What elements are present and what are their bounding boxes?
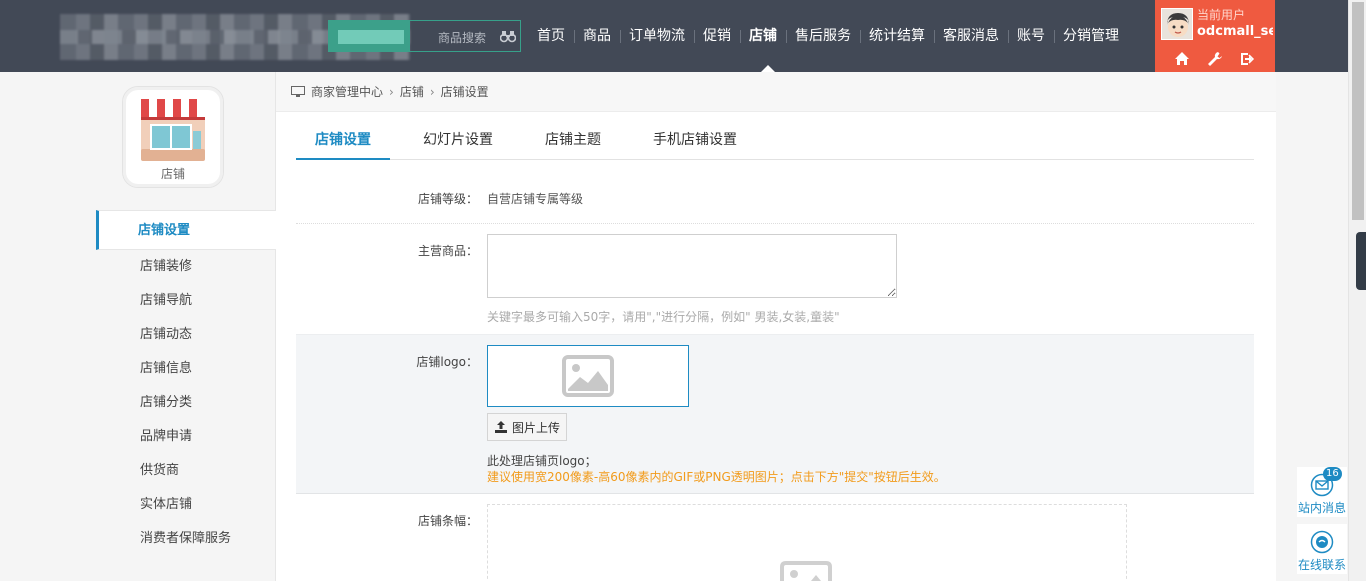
sidebar: 店铺 店铺设置 店铺装修 店铺导航 店铺动态 店铺信息 店铺分类 品牌申请 供货… (0, 72, 276, 581)
image-placeholder-icon (562, 355, 614, 397)
search-category-text (338, 30, 404, 44)
banner-preview[interactable] (487, 504, 1127, 581)
store-app-label: 店铺 (160, 167, 185, 181)
upload-image-button[interactable]: 图片上传 (487, 413, 567, 441)
tab-slideshow-settings[interactable]: 幻灯片设置 (404, 120, 512, 160)
logout-icon[interactable] (1239, 50, 1257, 68)
breadcrumb-item-current: 店铺设置 (440, 85, 489, 99)
breadcrumb-separator: › (429, 84, 435, 99)
binoculars-icon[interactable] (500, 29, 516, 43)
nav-distribution[interactable]: 分销管理 (1054, 28, 1128, 44)
nav-account[interactable]: 账号 (1008, 28, 1054, 44)
online-contact-widget[interactable]: 在线联系 (1297, 524, 1347, 574)
nav-promotion[interactable]: 促销 (694, 28, 740, 44)
main-goods-hint: 关键字最多可输入50字，请用","进行分隔，例如" 男装,女装,童装" (487, 310, 840, 324)
nav-after-sales[interactable]: 售后服务 (786, 28, 860, 44)
store-logo-label: 店铺logo： (416, 355, 478, 369)
monitor-icon (291, 86, 305, 97)
settings-tabs: 店铺设置 幻灯片设置 店铺主题 手机店铺设置 (296, 120, 1254, 160)
form-row-store-level: 店铺等级： 自营店铺专属等级 (296, 176, 1254, 224)
breadcrumb: 商家管理中心 › 店铺 › 店铺设置 (276, 72, 1276, 112)
user-role: 当前用户 (1197, 8, 1246, 22)
main-content: 商家管理中心 › 店铺 › 店铺设置 店铺设置 幻灯片设置 店铺主题 手机店铺设… (276, 72, 1276, 581)
main-nav: 首页 商品 订单物流 促销 店铺 售后服务 统计结算 客服消息 账号 分销管理 (528, 0, 1128, 72)
site-message-label: 站内消息 (1297, 501, 1346, 515)
logo-note: 此处理店铺页logo； (487, 454, 597, 468)
storefront-icon (141, 99, 205, 161)
sidebar-item-supplier[interactable]: 供货商 (96, 454, 276, 488)
tab-store-settings[interactable]: 店铺设置 (296, 120, 390, 160)
message-count-badge: 16 (1323, 467, 1342, 481)
sidebar-item-store-decoration[interactable]: 店铺装修 (96, 250, 276, 284)
nav-statistics[interactable]: 统计结算 (860, 28, 934, 44)
sidebar-item-store-info[interactable]: 店铺信息 (96, 352, 276, 386)
sidebar-item-store-news[interactable]: 店铺动态 (96, 318, 276, 352)
store-level-label: 店铺等级： (417, 192, 478, 206)
sidebar-item-store-settings[interactable]: 店铺设置 (96, 210, 276, 250)
upload-icon (494, 421, 507, 433)
nav-home[interactable]: 首页 (528, 28, 574, 44)
nav-goods[interactable]: 商品 (574, 28, 620, 44)
search-placeholder: 商品搜索 (438, 31, 487, 45)
sidebar-item-brand-application[interactable]: 品牌申请 (96, 420, 276, 454)
breadcrumb-item-home[interactable]: 商家管理中心 (311, 83, 383, 100)
online-contact-label: 在线联系 (1297, 558, 1346, 572)
sidebar-menu: 店铺设置 店铺装修 店铺导航 店铺动态 店铺信息 店铺分类 品牌申请 供货商 实… (96, 210, 276, 556)
active-nav-indicator (761, 65, 775, 72)
nav-customer-service[interactable]: 客服消息 (934, 28, 1008, 44)
logo-preview[interactable] (487, 345, 689, 407)
user-panel: 当前用户 odcmall_se... (1155, 0, 1275, 72)
home-icon[interactable] (1173, 50, 1191, 68)
nav-store[interactable]: 店铺 (740, 28, 786, 44)
wrench-icon[interactable] (1206, 50, 1224, 68)
sidebar-item-physical-store[interactable]: 实体店铺 (96, 488, 276, 522)
nav-orders[interactable]: 订单物流 (620, 28, 694, 44)
user-actions (1155, 50, 1275, 68)
side-toolbar-handle[interactable] (1356, 232, 1366, 290)
sidebar-item-store-navigation[interactable]: 店铺导航 (96, 284, 276, 318)
avatar-face-icon (1162, 9, 1192, 39)
scrollbar-thumb[interactable] (1352, 2, 1364, 220)
page-scrollbar[interactable] (1348, 0, 1366, 581)
tab-store-theme[interactable]: 店铺主题 (526, 120, 620, 160)
form-row-main-goods: 主营商品： 关键字最多可输入50字，请用","进行分隔，例如" 男装,女装,童装… (296, 224, 1254, 334)
user-name[interactable]: odcmall_se... (1197, 24, 1273, 39)
site-message-widget[interactable]: 16 站内消息 (1297, 467, 1347, 517)
breadcrumb-separator: › (389, 84, 394, 99)
form-row-store-banner: 店铺条幅： (296, 494, 1254, 581)
store-level-value: 自营店铺专属等级 (487, 192, 584, 206)
logo-recommendation: 建议使用宽200像素-高60像素内的GIF或PNG透明图片；点击下方"提交"按钮… (487, 470, 946, 484)
tab-mobile-store-settings[interactable]: 手机店铺设置 (634, 120, 756, 160)
form-row-store-logo: 店铺logo： 图片上传 此处理店铺页logo； 建议使用宽200像素-高60像… (296, 334, 1254, 494)
breadcrumb-item-store[interactable]: 店铺 (400, 83, 424, 100)
main-goods-textarea[interactable] (487, 234, 897, 298)
sidebar-item-store-category[interactable]: 店铺分类 (96, 386, 276, 420)
top-header: 商品搜索 首页 商品 订单物流 促销 店铺 售后服务 统计结算 客服消息 账号 … (0, 0, 1348, 72)
chat-icon (1310, 530, 1334, 554)
upload-image-label: 图片上传 (511, 420, 560, 435)
store-banner-label: 店铺条幅： (417, 514, 478, 528)
image-placeholder-icon (780, 561, 832, 581)
store-app-icon: 店铺 (122, 86, 224, 188)
sidebar-item-consumer-protection[interactable]: 消费者保障服务 (96, 522, 276, 556)
avatar[interactable] (1161, 8, 1193, 40)
main-goods-label: 主营商品： (417, 244, 478, 258)
